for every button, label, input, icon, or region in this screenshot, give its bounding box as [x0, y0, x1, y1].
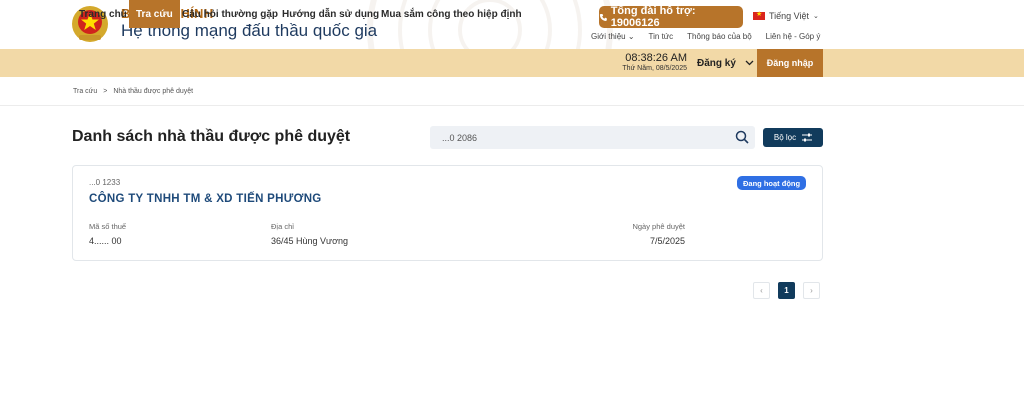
top-link-contact[interactable]: Liên hệ - Góp ý — [766, 32, 821, 41]
language-selector[interactable]: Tiếng Việt ⌄ — [753, 10, 819, 21]
breadcrumb: Tra cứu > Nhà thầu được phê duyệt — [73, 88, 193, 95]
search-icon[interactable] — [735, 130, 749, 144]
breadcrumb-current: Nhà thầu được phê duyệt — [113, 88, 194, 95]
nav-item-user-guide[interactable]: Hướng dẫn sử dụng — [282, 0, 379, 28]
search-input[interactable] — [442, 126, 722, 149]
phone-icon — [599, 13, 607, 21]
vietnam-flag-icon — [753, 10, 765, 20]
register-dropdown[interactable]: Đăng ký — [697, 49, 754, 77]
address-label: Địa chỉ — [271, 222, 294, 231]
nav-item-public-procurement[interactable]: Mua sắm công theo hiệp định — [381, 0, 522, 28]
status-badge: Đang hoạt động — [737, 176, 807, 190]
tax-code-label: Mã số thuế — [89, 222, 127, 231]
chevron-down-icon: ⌄ — [627, 32, 635, 41]
hotline-button[interactable]: Tổng đài hỗ trợ: 19006126 — [599, 5, 743, 29]
top-link-about[interactable]: Giới thiệu ⌄ — [591, 32, 635, 41]
filter-button[interactable]: Bộ lọc — [763, 128, 823, 147]
search-box — [430, 126, 755, 149]
contractor-card[interactable]: ...0 1233 Đang hoạt động CÔNG TY TNHH TM… — [72, 165, 823, 261]
nav-item-faq[interactable]: Câu hỏi thường gặp — [182, 0, 278, 28]
chevron-down-icon: ⌄ — [813, 13, 819, 20]
clock: 08:38:26 AM Thứ Năm, 08/5/2025 — [605, 52, 687, 74]
breadcrumb-separator: > — [103, 88, 108, 95]
main-nav — [0, 49, 1024, 77]
tax-code-value: 4...... 00 — [89, 236, 122, 246]
prev-page-button[interactable]: ‹ — [753, 282, 770, 299]
filter-label: Bộ lọc — [773, 133, 797, 142]
language-label: Tiếng Việt — [769, 11, 810, 21]
approval-date-label: Ngày phê duyệt — [632, 222, 685, 231]
login-button[interactable]: Đăng nhập — [757, 49, 823, 77]
clock-date: Thứ Năm, 08/5/2025 — [622, 65, 687, 72]
page-title: Danh sách nhà thầu được phê duyệt — [72, 128, 351, 145]
nav-item-home[interactable]: Trang chủ — [79, 0, 127, 28]
chevron-down-icon — [745, 60, 754, 66]
next-page-button[interactable]: › — [803, 282, 820, 299]
nav-item-lookup[interactable]: Tra cứu — [129, 0, 180, 28]
company-name[interactable]: CÔNG TY TNHH TM & XD TIẾN PHƯƠNG — [89, 193, 322, 205]
top-link-ministry-notices[interactable]: Thông báo của bộ — [687, 32, 752, 41]
page-1-button[interactable]: 1 — [778, 282, 795, 299]
contractor-code: ...0 1233 — [89, 178, 121, 187]
breadcrumb-lookup[interactable]: Tra cứu — [73, 88, 97, 95]
address-value: 36/45 Hùng Vương — [271, 236, 348, 246]
clock-time: 08:38:26 AM — [625, 52, 687, 64]
approval-date-value: 7/5/2025 — [649, 236, 685, 246]
top-link-news[interactable]: Tin tức — [649, 32, 674, 41]
register-label: Đăng ký — [697, 57, 736, 69]
top-links: Giới thiệu ⌄ Tin tức Thông báo của bộ Li… — [591, 32, 820, 41]
hotline-label: Tổng đài hỗ trợ: 19006126 — [610, 5, 696, 29]
divider — [0, 105, 1024, 106]
sliders-icon — [802, 133, 813, 142]
